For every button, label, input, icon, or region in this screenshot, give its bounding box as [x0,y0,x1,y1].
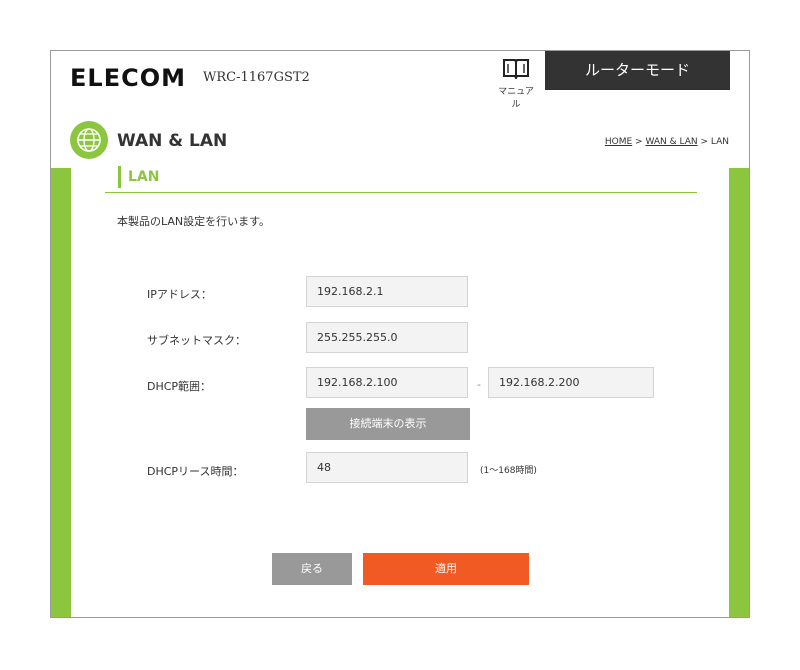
dhcp-lease-field[interactable]: 48 [306,452,468,483]
breadcrumb-wan-lan[interactable]: WAN & LAN [645,137,697,147]
show-connected-devices-button[interactable]: 接続端末の表示 [306,408,470,440]
dhcp-start-field[interactable]: 192.168.2.100 [306,367,468,398]
dhcp-end-field[interactable]: 192.168.2.200 [488,367,654,398]
elecom-logo: ELECOM [70,64,186,92]
breadcrumb: HOME > WAN & LAN > LAN [605,137,729,147]
ip-address-field[interactable]: 192.168.2.1 [306,276,468,307]
manual-link[interactable]: マニュアル [494,57,538,110]
dhcp-range-label: DHCP範囲： [147,380,212,393]
router-admin-window: ELECOM WRC-1167GST2 マニュアル ルーターモード WAN & … [50,50,750,618]
section-heading: LAN [118,166,159,188]
breadcrumb-current: LAN [710,137,729,147]
back-button[interactable]: 戻る [272,553,352,585]
dhcp-range-separator: - [477,378,481,391]
left-accent-bar [51,168,71,617]
manual-label: マニュアル [498,87,534,110]
globe-icon [70,121,108,159]
page-description: 本製品のLAN設定を行います。 [117,215,271,228]
page-title: WAN & LAN [117,131,228,151]
dhcp-lease-hint: (1～168時間) [480,466,537,476]
subnet-mask-field[interactable]: 255.255.255.0 [306,322,468,353]
apply-button[interactable]: 適用 [363,553,529,585]
model-name: WRC-1167GST2 [203,70,310,85]
breadcrumb-separator: > [632,137,646,147]
ip-address-label: IPアドレス： [147,288,212,301]
subnet-mask-label: サブネットマスク： [147,334,246,347]
right-accent-bar [729,168,749,617]
breadcrumb-home[interactable]: HOME [605,137,632,147]
router-mode-button[interactable]: ルーターモード [545,51,730,90]
breadcrumb-separator: > [697,137,711,147]
book-icon [503,59,529,81]
dhcp-lease-label: DHCPリース時間： [147,465,244,478]
section-divider [105,192,697,193]
